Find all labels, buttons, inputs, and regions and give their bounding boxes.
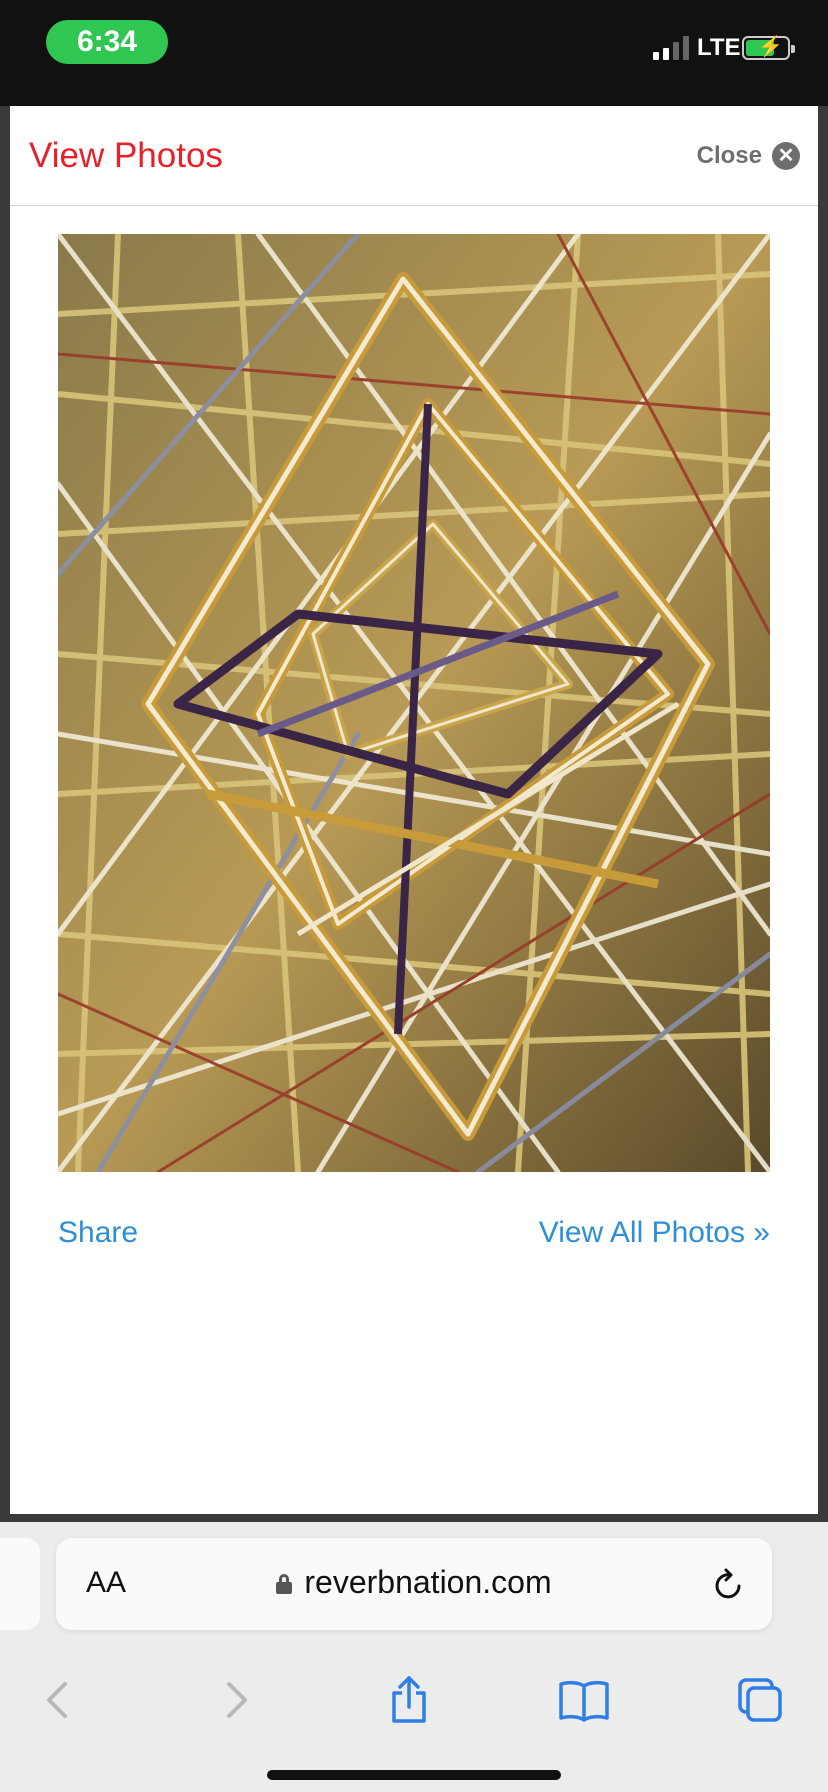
modal-header: View Photos Close ✕: [10, 106, 818, 206]
back-icon[interactable]: [30, 1672, 86, 1728]
abstract-painting-image: [58, 234, 770, 1172]
bookmarks-icon[interactable]: [556, 1672, 612, 1728]
forward-icon[interactable]: [208, 1672, 264, 1728]
modal-title: View Photos: [29, 136, 223, 175]
modal-links: Share View All Photos »: [58, 1216, 770, 1250]
share-link[interactable]: Share: [58, 1216, 138, 1250]
address-bar[interactable]: AA reverbnation.com: [56, 1538, 772, 1630]
cellular-signal-icon: [653, 36, 689, 60]
view-all-photos-link[interactable]: View All Photos »: [539, 1216, 770, 1250]
photo-viewer[interactable]: [58, 234, 770, 1172]
share-icon[interactable]: [381, 1672, 437, 1728]
status-bar: 6:34 LTE ⚡: [0, 0, 828, 106]
close-button[interactable]: Close ✕: [697, 142, 800, 170]
lock-icon: [276, 1574, 293, 1594]
previous-tab-preview[interactable]: [0, 1538, 40, 1630]
photo-modal: View Photos Close ✕ Share View All Photo…: [10, 106, 818, 1514]
battery-charging-icon: ⚡: [742, 36, 795, 60]
reload-icon[interactable]: [710, 1564, 746, 1604]
url-text: reverbnation.com: [304, 1564, 552, 1600]
network-type: LTE: [697, 34, 741, 61]
url-display[interactable]: reverbnation.com: [56, 1564, 772, 1601]
tabs-icon[interactable]: [732, 1672, 788, 1728]
home-indicator: [267, 1770, 561, 1780]
clock-time: 6:34: [46, 20, 168, 64]
close-icon: ✕: [772, 142, 800, 170]
browser-bottom-bar: AA reverbnation.com: [0, 1522, 828, 1792]
browser-toolbar: [0, 1650, 828, 1750]
close-label: Close: [696, 142, 762, 169]
